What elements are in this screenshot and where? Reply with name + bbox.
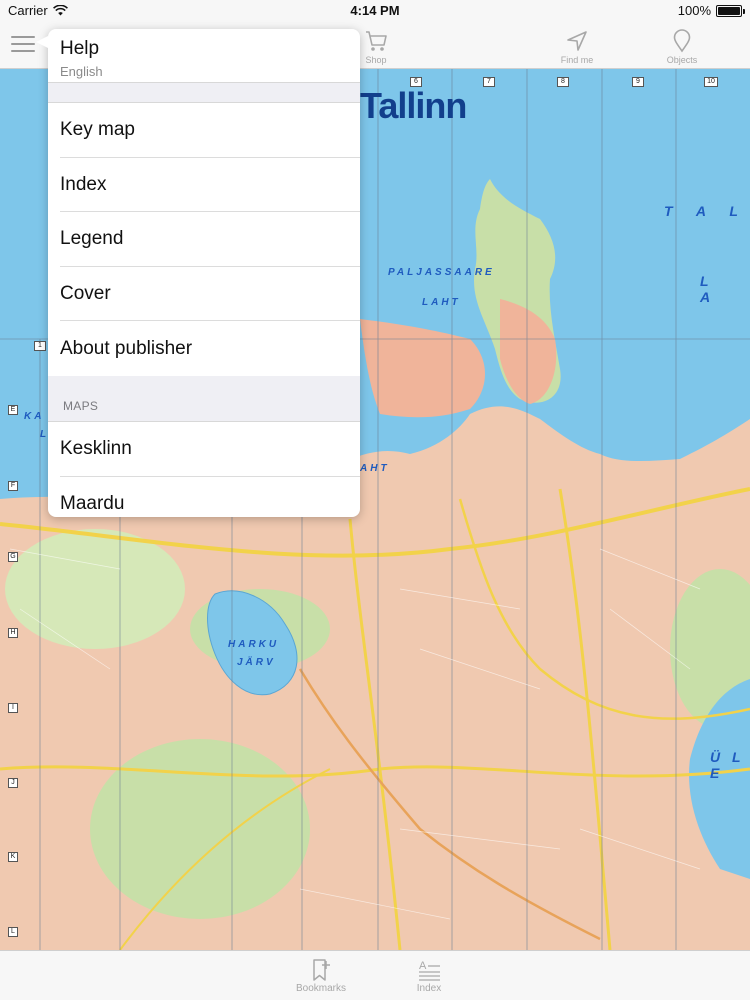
grid-row-letter: J [8, 778, 18, 788]
grid-row-letter: F [8, 481, 18, 491]
map-label: Ü L E [710, 749, 745, 781]
menu-item-about-publisher[interactable]: About publisher [48, 321, 360, 376]
grid-column-number: 8 [557, 77, 569, 87]
grid-column-number: 6 [410, 77, 422, 87]
hamburger-icon[interactable] [8, 30, 38, 58]
section-separator [48, 83, 360, 103]
tab-bookmarks-label: Bookmarks [295, 983, 346, 994]
map-label: LAHT [422, 297, 461, 308]
battery-percent: 100% [677, 3, 711, 18]
green-zone [90, 739, 310, 919]
tab-bar: Bookmarks A Index [0, 950, 750, 1000]
index-list-icon: A [419, 960, 440, 981]
menu-item-key-map[interactable]: Key map [48, 103, 360, 158]
cart-icon [366, 31, 387, 51]
map-label: L A [700, 273, 721, 305]
menu-item-map-maardu[interactable]: Maardu [48, 477, 360, 517]
objects-label: Objects [666, 55, 698, 65]
map-label: PALJASSAARE [388, 267, 495, 278]
map-label: HARKU [228, 639, 280, 650]
svg-text:A: A [419, 960, 427, 972]
grid-row-letter: L [8, 927, 18, 937]
help-menu-popover: Help English Key map Index Legend Cover … [48, 29, 360, 517]
grid-column-number: 7 [483, 77, 495, 87]
hamburger-line [11, 43, 35, 45]
menu-item-map-kesklinn[interactable]: Kesklinn [48, 422, 360, 477]
menu-header-help[interactable]: Help English [48, 29, 360, 83]
menu-pointer [36, 36, 48, 48]
battery-icon [716, 4, 745, 17]
road [348, 518, 402, 950]
grid-row-letter: K [8, 852, 18, 862]
objects-button[interactable]: Objects [652, 28, 712, 65]
grid-column-number: 1 [34, 341, 46, 351]
pin-icon [673, 29, 691, 53]
grid-column-number: 9 [632, 77, 644, 87]
grid-row-letter: H [8, 628, 18, 638]
road [298, 668, 601, 941]
maps-section-header: MAPS [48, 375, 360, 422]
menu-header-language: English [60, 64, 103, 79]
menu-item-cover[interactable]: Cover [48, 267, 360, 322]
grid-row-letter: G [8, 552, 18, 562]
tab-index-label: Index [416, 983, 442, 994]
hamburger-line [11, 36, 35, 38]
menu-item-legend[interactable]: Legend [48, 212, 360, 267]
tab-bookmarks[interactable]: Bookmarks [286, 957, 356, 994]
hamburger-line [11, 50, 35, 52]
map-label: KA [24, 411, 45, 422]
road [558, 488, 612, 950]
location-arrow-icon [567, 31, 587, 51]
menu-header-title: Help [60, 38, 100, 59]
find-me-label: Find me [560, 55, 594, 65]
green-zone [5, 529, 185, 649]
status-time: 4:14 PM [350, 3, 400, 18]
map-title: Tallinn [360, 85, 467, 126]
bookmark-add-icon [313, 959, 330, 981]
map-label: AHT [360, 463, 390, 474]
tab-index[interactable]: A Index [394, 957, 464, 994]
battery-fill [718, 6, 740, 15]
map-label: JÄRV [237, 657, 276, 668]
grid-column-number: 10 [704, 77, 718, 87]
shop-label: Shop [365, 55, 387, 65]
status-bar: Carrier 4:14 PM 100% [0, 0, 750, 20]
map-label: T A L [664, 203, 748, 219]
find-me-button[interactable]: Find me [547, 28, 607, 65]
grid-row-letter: I [8, 703, 18, 713]
menu-item-index[interactable]: Index [48, 158, 360, 213]
status-right: 100% [677, 3, 745, 18]
grid-row-letter: E [8, 405, 18, 415]
